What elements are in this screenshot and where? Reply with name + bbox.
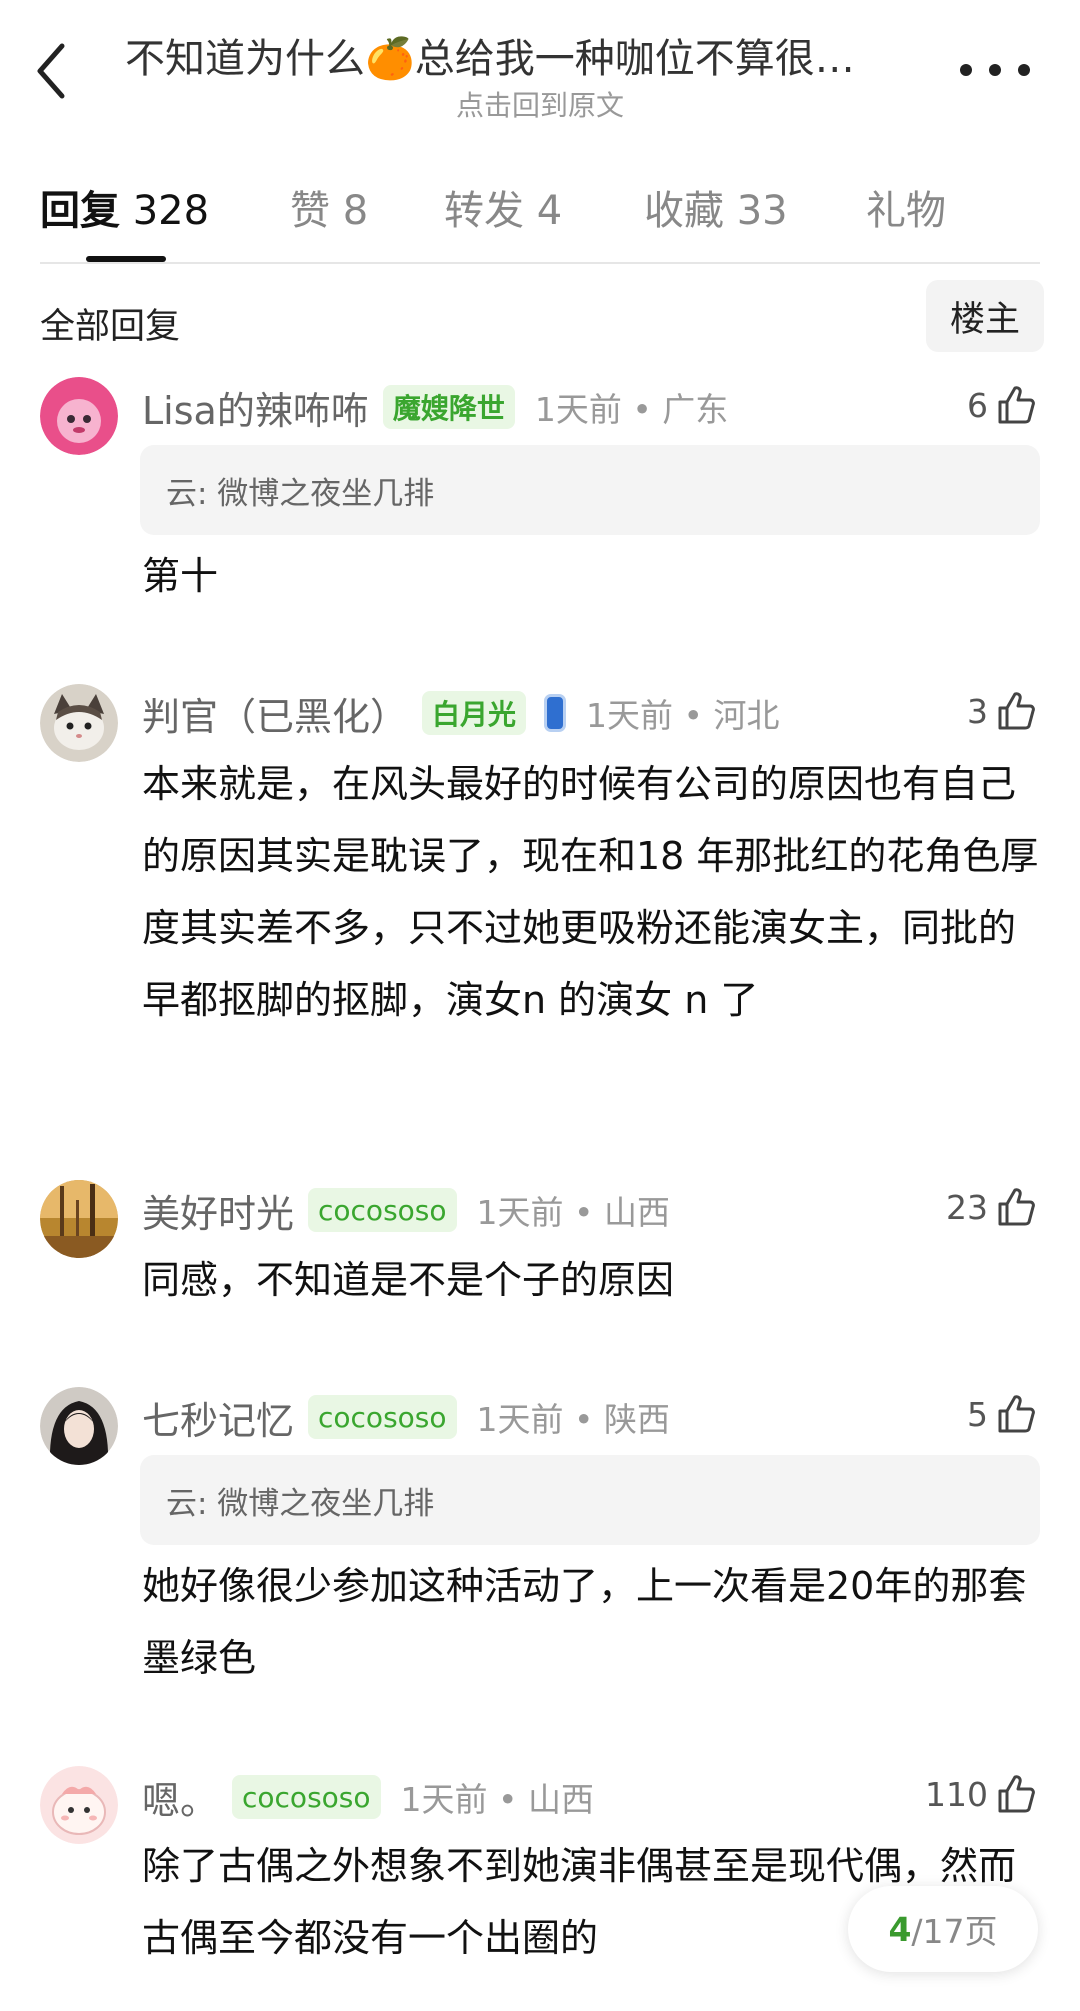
more-dots-icon (989, 64, 1001, 76)
tab-favorites[interactable]: 收藏 33 (644, 178, 788, 236)
comment-text: 第十 (142, 554, 219, 598)
like-count: 23 (946, 1187, 988, 1227)
fan-badge[interactable]: 魔嫂降世 (382, 385, 515, 429)
comment-text: 她好像很少参加这种活动了，上一次看是20年的那套墨绿色 (142, 1564, 1027, 1680)
section-title: 全部回复 (40, 307, 181, 347)
avatar[interactable] (40, 1766, 118, 1844)
like-button[interactable]: 3 (967, 684, 1036, 738)
username[interactable]: 美好时光 (142, 1183, 294, 1238)
comment-text: 同感，不知道是不是个子的原因 (142, 1258, 675, 1302)
thumbs-up-icon (998, 692, 1035, 730)
current-page: 4 (888, 1909, 912, 1949)
comment-meta: 美好时光 cocososo 1天前 • 山西 (142, 1183, 670, 1237)
like-count: 110 (925, 1774, 988, 1814)
quoted-post[interactable]: 云: 微博之夜坐几排 (140, 1455, 1040, 1545)
more-options-button[interactable] (960, 45, 1030, 95)
thumbs-up-icon (998, 386, 1035, 424)
username[interactable]: 嗯。 (142, 1770, 218, 1825)
op-only-button[interactable]: 楼主 (926, 280, 1044, 352)
avatar[interactable] (40, 1180, 118, 1258)
comment-text: 本来就是，在风头最好的时候有公司的原因也有自己的原因其实是耽误了，现在和18 年… (142, 762, 1039, 1022)
tabs-divider (40, 262, 1040, 264)
post-title[interactable]: 不知道为什么🍊总给我一种咖位不算很… (125, 26, 925, 84)
username[interactable]: 七秒记忆 (142, 1390, 294, 1445)
comment-meta: 七秒记忆 cocososo 1天前 • 陕西 (142, 1390, 670, 1444)
like-button[interactable]: 23 (946, 1180, 1036, 1234)
fan-badge[interactable]: cocososo (308, 1188, 457, 1232)
tab-reposts[interactable]: 转发 4 (444, 178, 562, 236)
thumbs-up-icon (998, 1395, 1035, 1433)
tab-label: 收藏 (644, 188, 724, 234)
time-location: 1天前 • 山西 (400, 1780, 594, 1819)
fan-badge[interactable]: 白月光 (422, 691, 527, 735)
header-bar: 不知道为什么🍊总给我一种咖位不算很… 点击回到原文 (0, 0, 1080, 145)
tab-label: 转发 (444, 188, 524, 234)
avatar[interactable] (40, 1387, 118, 1465)
blue-sticker-icon (544, 694, 567, 732)
quoted-post[interactable]: 云: 微博之夜坐几排 (140, 445, 1040, 535)
comment-meta: 嗯。 cocososo 1天前 • 山西 (142, 1770, 594, 1824)
username[interactable]: 判官（已黑化） (142, 686, 408, 741)
tab-likes[interactable]: 赞 8 (290, 178, 368, 236)
like-button[interactable]: 5 (967, 1387, 1036, 1441)
time-location: 1天前 • 山西 (476, 1193, 670, 1232)
more-dots-icon (1018, 64, 1030, 76)
more-dots-icon (960, 64, 972, 76)
tab-count: 328 (132, 188, 210, 234)
avatar[interactable] (40, 377, 118, 455)
comment-meta: Lisa的辣咘咘 魔嫂降世 1天前 • 广东 (142, 380, 728, 434)
like-button[interactable]: 6 (967, 378, 1036, 432)
time-location: 1天前 • 广东 (534, 390, 729, 429)
thumbs-up-icon (998, 1188, 1035, 1226)
fan-badge[interactable]: cocososo (308, 1395, 457, 1439)
back-to-original-link[interactable]: 点击回到原文 (0, 84, 1080, 124)
page-indicator[interactable]: 4 /17页 (848, 1886, 1038, 1972)
thumbs-up-icon (998, 1775, 1035, 1813)
tab-label: 回复 (40, 188, 120, 234)
like-count: 5 (967, 1394, 988, 1434)
like-count: 3 (967, 691, 988, 731)
tab-label: 赞 (290, 188, 330, 234)
tab-count: 4 (536, 188, 563, 234)
comment-meta: 判官（已黑化） 白月光 1天前 • 河北 (142, 686, 779, 740)
tab-gifts[interactable]: 礼物 (866, 178, 946, 236)
avatar[interactable] (40, 684, 118, 762)
tab-label: 礼物 (866, 188, 946, 234)
like-count: 6 (967, 385, 988, 425)
time-location: 1天前 • 陕西 (476, 1400, 670, 1439)
time-location: 1天前 • 河北 (586, 696, 780, 735)
username[interactable]: Lisa的辣咘咘 (142, 380, 369, 435)
tab-count: 8 (342, 188, 369, 234)
like-button[interactable]: 110 (925, 1767, 1036, 1821)
total-pages: /17页 (911, 1912, 998, 1951)
fan-badge[interactable]: cocososo (232, 1775, 381, 1819)
tab-count: 33 (736, 188, 788, 234)
tab-replies[interactable]: 回复 328 (40, 178, 209, 236)
